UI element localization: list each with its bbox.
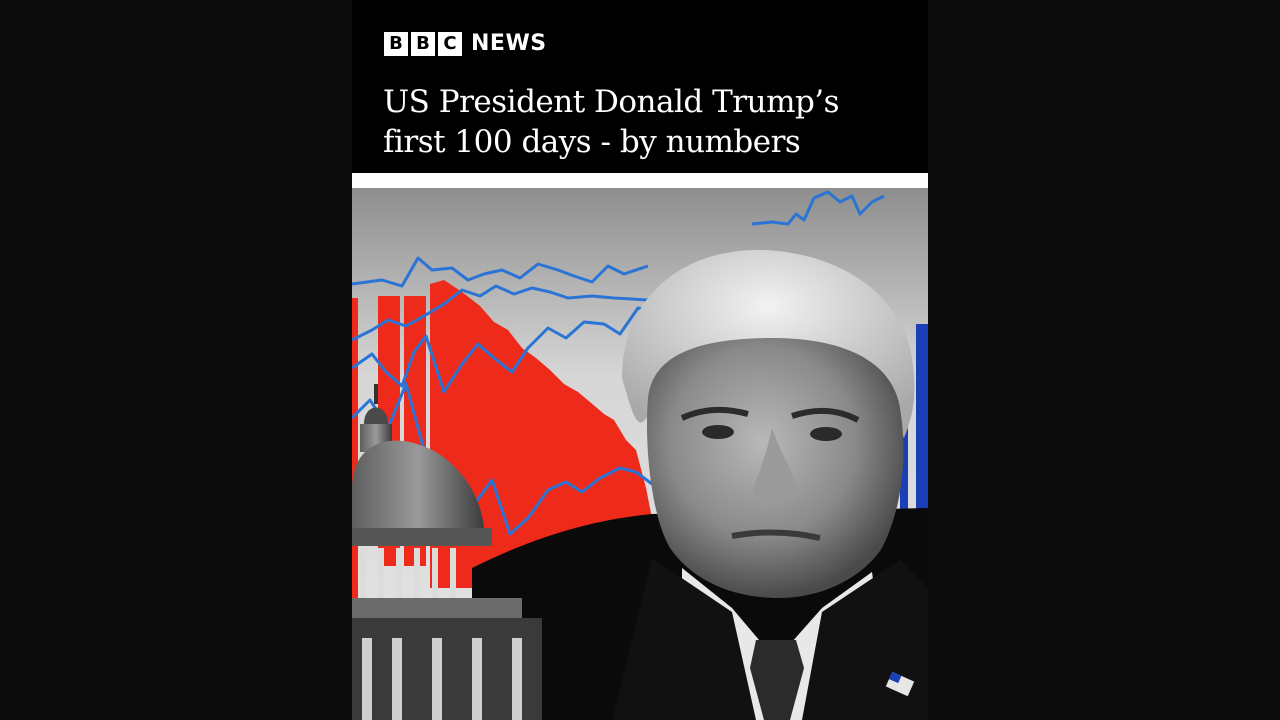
logo-letter-b2: B [411, 32, 435, 56]
headline: US President Donald Trump’s first 100 da… [383, 82, 913, 162]
portrait [612, 249, 928, 720]
bbc-news-logo: B B C NEWS [384, 32, 547, 56]
logo-word: NEWS [471, 31, 547, 56]
headline-line-2: first 100 days - by numbers [383, 124, 801, 160]
logo-letter-c: C [438, 32, 462, 56]
divider-bar [352, 173, 928, 188]
headline-line-1: US President Donald Trump’s [383, 84, 840, 120]
hero-image [352, 188, 928, 720]
story-card[interactable]: B B C NEWS US President Donald Trump’s f… [352, 0, 928, 720]
logo-letter-b1: B [384, 32, 408, 56]
